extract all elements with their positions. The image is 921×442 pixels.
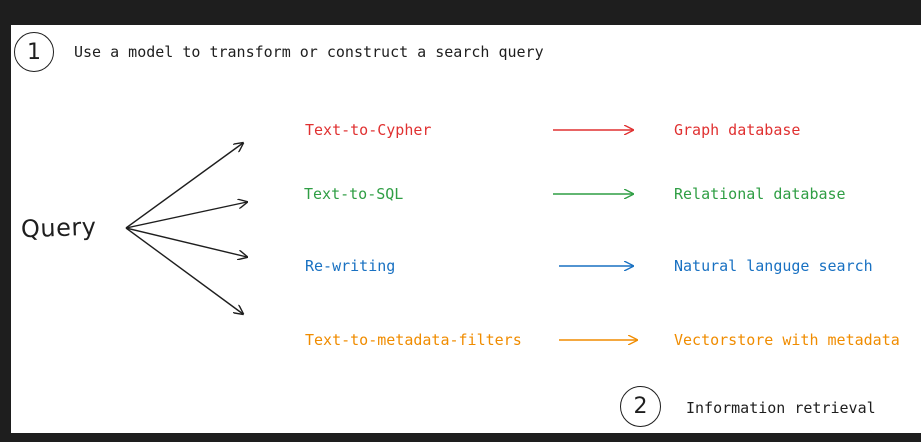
method-re-writing: Re-writing xyxy=(305,257,396,275)
target-natural-language-search: Natural languge search xyxy=(674,257,873,275)
target-vectorstore-with-metadata: Vectorstore with metadata xyxy=(674,331,900,349)
method-text-to-metadata-filters: Text-to-metadata-filters xyxy=(305,331,522,349)
fan-arrow-3 xyxy=(125,227,247,257)
arrows-layer xyxy=(125,25,921,433)
diagram-canvas: 1 Use a model to transform or construct … xyxy=(11,25,921,433)
target-graph-database: Graph database xyxy=(674,121,801,139)
step-2-text: Information retrieval xyxy=(686,399,876,417)
target-relational-database: Relational database xyxy=(674,185,846,203)
fan-arrow-4 xyxy=(125,227,243,314)
step-2-number: 2 xyxy=(633,394,648,419)
step-2-badge: 2 xyxy=(620,386,661,427)
method-text-to-sql: Text-to-SQL xyxy=(304,185,404,203)
method-text-to-cypher: Text-to-Cypher xyxy=(305,121,432,139)
